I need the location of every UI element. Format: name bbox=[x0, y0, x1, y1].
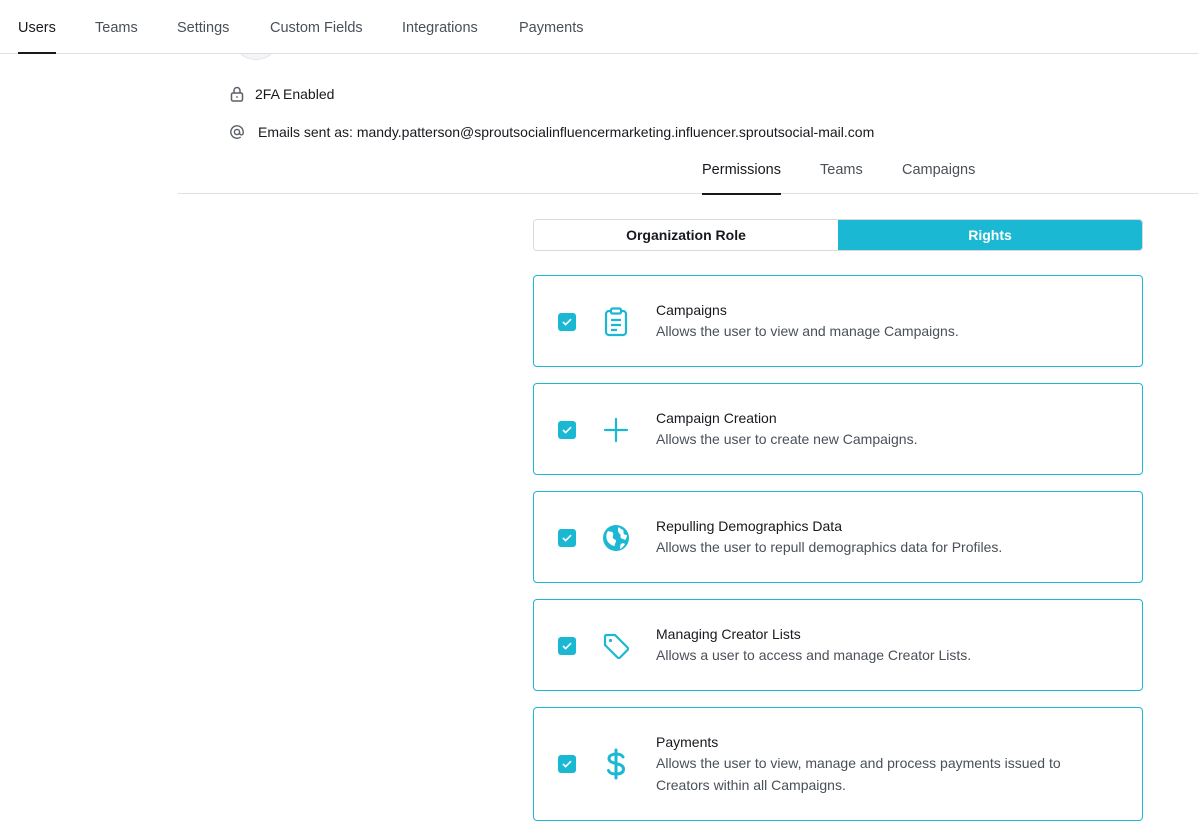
right-description: Allows a user to access and manage Creat… bbox=[656, 647, 972, 663]
repulling-demographics-checkbox[interactable] bbox=[558, 529, 576, 547]
right-card-campaigns[interactable]: Campaigns Allows the user to view and ma… bbox=[533, 275, 1143, 367]
campaigns-checkbox[interactable] bbox=[558, 313, 576, 331]
right-card-managing-creator-lists[interactable]: Managing Creator Lists Allows a user to … bbox=[533, 599, 1143, 691]
rights-option[interactable]: Rights bbox=[838, 220, 1142, 250]
organization-role-option[interactable]: Organization Role bbox=[534, 220, 838, 250]
top-nav: Users Teams Settings Custom Fields Integ… bbox=[0, 0, 1198, 54]
right-card-campaign-creation[interactable]: Campaign Creation Allows the user to cre… bbox=[533, 383, 1143, 475]
nav-tab-payments[interactable]: Payments bbox=[519, 0, 583, 54]
managing-creator-lists-checkbox[interactable] bbox=[558, 637, 576, 655]
tag-icon bbox=[600, 630, 632, 662]
email-row: Emails sent as: mandy.patterson@sproutso… bbox=[229, 124, 874, 140]
right-title: Repulling Demographics Data bbox=[656, 518, 842, 534]
permission-type-toggle: Organization Role Rights bbox=[533, 219, 1143, 251]
twofa-row: 2FA Enabled bbox=[229, 86, 334, 102]
clipboard-icon bbox=[600, 306, 632, 338]
plus-icon bbox=[600, 414, 632, 446]
right-card-repulling-demographics[interactable]: Repulling Demographics Data Allows the u… bbox=[533, 491, 1143, 583]
right-description: Allows the user to view, manage and proc… bbox=[656, 755, 1061, 793]
nav-tab-integrations[interactable]: Integrations bbox=[402, 0, 478, 54]
right-card-payments[interactable]: Payments Allows the user to view, manage… bbox=[533, 707, 1143, 821]
campaign-creation-checkbox[interactable] bbox=[558, 421, 576, 439]
right-description: Allows the user to repull demographics d… bbox=[656, 539, 1003, 555]
right-title: Campaign Creation bbox=[656, 410, 777, 426]
payments-checkbox[interactable] bbox=[558, 755, 576, 773]
tab-permissions[interactable]: Permissions bbox=[702, 152, 781, 195]
tab-campaigns[interactable]: Campaigns bbox=[902, 152, 975, 194]
twofa-label: 2FA Enabled bbox=[255, 86, 335, 102]
right-title: Managing Creator Lists bbox=[656, 626, 801, 642]
right-title: Payments bbox=[656, 734, 719, 750]
lock-icon bbox=[229, 86, 245, 102]
nav-tab-teams[interactable]: Teams bbox=[95, 0, 138, 54]
email-sent-as: Emails sent as: mandy.patterson@sproutso… bbox=[258, 124, 875, 140]
right-title: Campaigns bbox=[656, 302, 727, 318]
at-sign-icon bbox=[229, 124, 245, 140]
right-description: Allows the user to create new Campaigns. bbox=[656, 431, 918, 447]
nav-tab-users[interactable]: Users bbox=[18, 0, 56, 54]
nav-tab-custom-fields[interactable]: Custom Fields bbox=[270, 0, 363, 54]
right-description: Allows the user to view and manage Campa… bbox=[656, 323, 959, 339]
globe-icon bbox=[600, 522, 632, 554]
nav-tab-settings[interactable]: Settings bbox=[177, 0, 229, 54]
tab-teams[interactable]: Teams bbox=[820, 152, 863, 194]
profile-subtabs: Permissions Teams Campaigns bbox=[178, 152, 1198, 195]
dollar-icon bbox=[600, 748, 632, 780]
